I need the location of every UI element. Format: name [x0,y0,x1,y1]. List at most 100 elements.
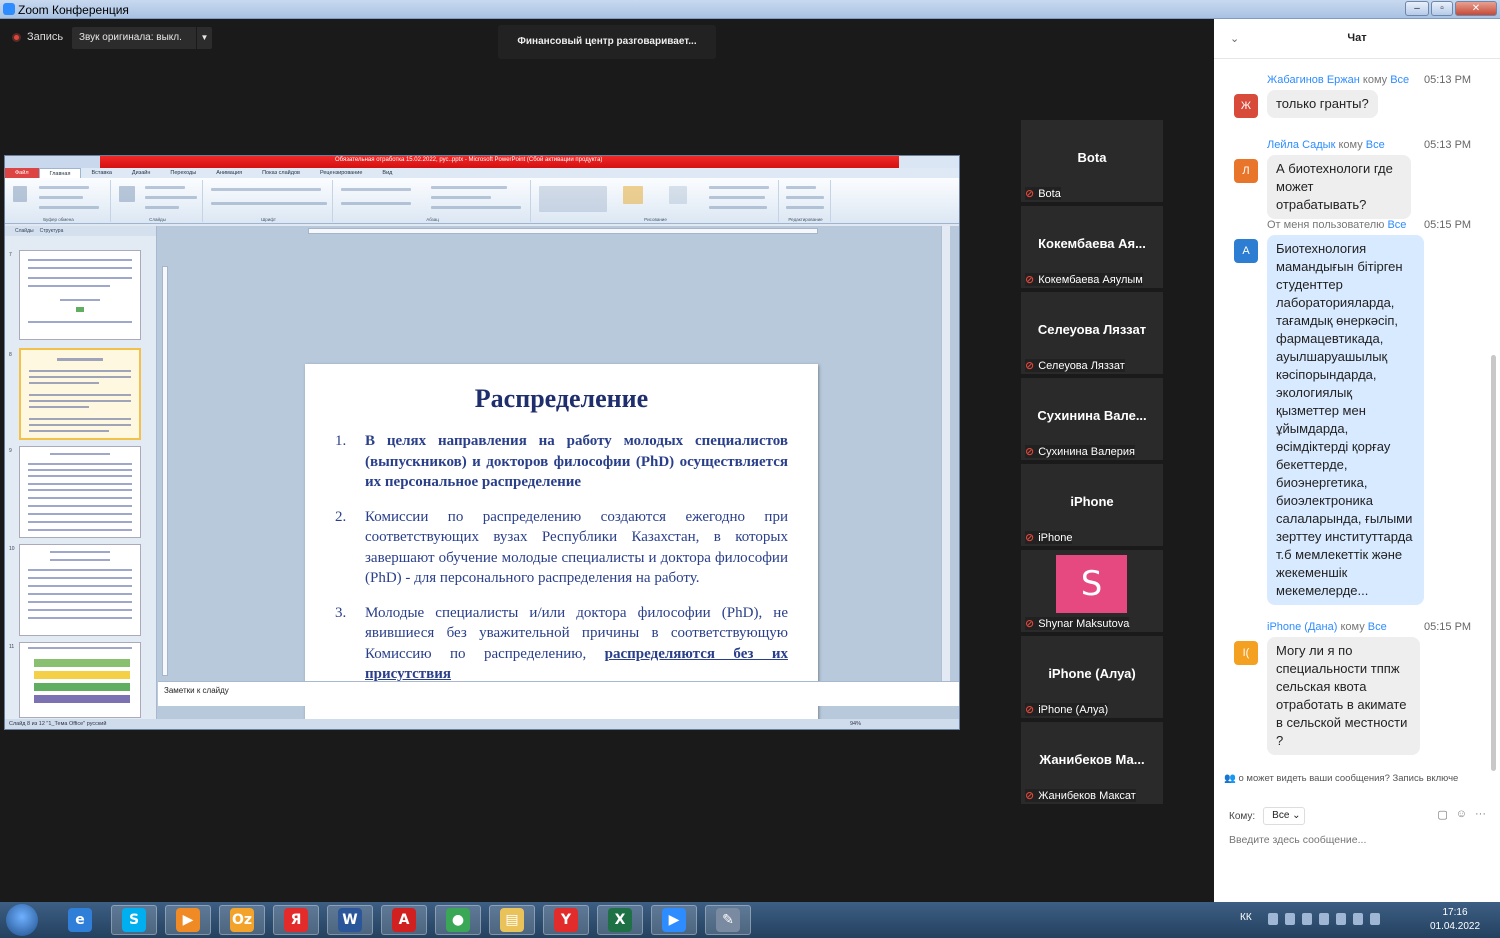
tab-slides[interactable]: Слайды [15,228,34,234]
item-text-wrap: Молодые специалисты и/или доктора филосо… [365,603,788,685]
mic-muted-icon: ⊘ [1025,360,1035,372]
taskbar-app-word[interactable]: W [327,905,373,935]
participant-tile[interactable]: S ⊘ Shynar Maksutova [1021,550,1163,632]
current-slide[interactable]: Распределение 1. В целях направления на … [305,364,818,729]
slide-thumbnail[interactable] [19,250,141,340]
ribbon-group-drawing[interactable]: Рисование [533,180,779,222]
emoji-icon[interactable]: ☺ [1456,808,1467,821]
tab-animation[interactable]: Анимация [206,168,252,178]
ppt-vertical-scrollbar[interactable] [941,226,950,681]
taskbar-app-outlook[interactable]: Oz [219,905,265,935]
chevron-down-icon[interactable]: ▼ [196,27,212,49]
taskbar-app-zoom[interactable]: ▶ [651,905,697,935]
tray-icon[interactable] [1353,913,1363,925]
message-meta[interactable]: iPhone (Дана) кому Все [1267,621,1387,633]
taskbar-app-pdf[interactable]: A [381,905,427,935]
ribbon-group-editing[interactable]: Редактирование [781,180,831,222]
recipient-select[interactable]: Все ⌄ [1263,807,1306,825]
taskbar-app-yandex[interactable]: Я [273,905,319,935]
tray-icon[interactable] [1319,913,1329,925]
recording-indicator[interactable]: Запись [12,31,63,43]
zoom-logo-icon [3,3,15,15]
slide-thumbnail[interactable] [19,642,141,718]
tab-review[interactable]: Рецензирование [310,168,372,178]
participant-tile[interactable]: Селеуова Ляззат ⊘ Селеуова Ляззат [1021,292,1163,374]
start-button[interactable] [6,904,38,936]
tray-icon[interactable] [1285,913,1295,925]
slide-item: 2. Комиссии по распределению создаются е… [335,507,788,589]
tray-icon[interactable] [1268,913,1278,925]
tab-insert[interactable]: Вставка [81,168,121,178]
ribbon-label: Рисование [644,217,667,222]
taskbar-app-explorer[interactable]: ▤ [489,905,535,935]
participant-display-name: Сухинина Вале... [1037,408,1147,423]
taskbar-app-media-player[interactable]: ▶ [165,905,211,935]
participant-tile[interactable]: iPhone ⊘ iPhone [1021,464,1163,546]
taskbar-app-ie[interactable]: e [57,905,103,935]
taskbar-app-chrome[interactable]: ● [435,905,481,935]
tab-design[interactable]: Дизайн [122,168,161,178]
close-button[interactable]: ✕ [1455,1,1497,16]
outlook-icon: Oz [230,908,254,932]
taskbar-app-tools[interactable]: ✎ [705,905,751,935]
taskbar-app-excel[interactable]: X [597,905,643,935]
window-titlebar: Zoom Конференция – ▫ ✕ [0,0,1500,19]
more-icon[interactable]: ··· [1475,808,1486,821]
tray-icon[interactable] [1302,913,1312,925]
taskbar-app-yandex-browser[interactable]: Y [543,905,589,935]
participant-tile[interactable]: Кокембаева Ая... ⊘ Кокембаева Аяулым [1021,206,1163,288]
horizontal-ruler [308,228,818,234]
message-time: 05:13 PM [1424,74,1472,86]
tab-home[interactable]: Главная [38,168,82,178]
message-time: 05:15 PM [1424,621,1472,633]
message-meta[interactable]: Жабагинов Ержан кому Все [1267,74,1409,86]
ppt-window-controls[interactable] [899,156,959,168]
chat-scrollbar[interactable] [1491,355,1496,771]
tab-view[interactable]: Вид [372,168,402,178]
original-audio-button[interactable]: Звук оригинала: выкл. ▼ [72,27,212,49]
ribbon-group-clipboard[interactable]: Буфер обмена [7,180,111,222]
message-sender: От меня пользователю [1267,219,1385,231]
tab-outline[interactable]: Структура [40,228,64,234]
slide-notes-field[interactable]: Заметки к слайду [158,681,959,706]
taskbar-app-skype[interactable]: S [111,905,157,935]
file-icon[interactable]: ▢ [1437,808,1447,821]
avatar: S [1056,555,1127,613]
participant-tile[interactable]: Bota ⊘ Bota [1021,120,1163,202]
participant-tile[interactable]: Сухинина Вале... ⊘ Сухинина Валерия [1021,378,1163,460]
clock[interactable]: 17:16 01.04.2022 [1425,906,1485,934]
message-meta[interactable]: Лейла Садык кому Все [1267,139,1385,151]
message-recipient: Все [1387,219,1407,231]
ppt-status-text: Слайд 8 из 12 "1_Тема Office" русский [9,721,107,727]
maximize-button[interactable]: ▫ [1431,1,1453,16]
tab-transitions[interactable]: Переходы [160,168,206,178]
ppt-zoom-level[interactable]: 94% [850,721,861,727]
ribbon-label: Буфер обмена [43,217,74,222]
participant-tile[interactable]: iPhone (Алуа) ⊘ iPhone (Алуа) [1021,636,1163,718]
ribbon-label: Абзац [426,217,439,222]
ribbon-label: Редактирование [788,217,823,222]
chrome-icon: ● [446,908,470,932]
slide-thumbnail[interactable] [19,446,141,538]
mic-muted-icon: ⊘ [1025,704,1035,716]
ribbon-group-paragraph[interactable]: Абзац [335,180,531,222]
slide-thumbnail-selected[interactable] [19,348,141,440]
language-indicator[interactable]: КК [1240,912,1252,923]
volume-icon[interactable] [1370,913,1380,925]
participant-name: Bota [1038,187,1061,200]
clock-date: 01.04.2022 [1429,921,1481,932]
tray-icon[interactable] [1336,913,1346,925]
chat-message-input[interactable] [1229,831,1479,849]
tab-file[interactable]: Файл [5,168,39,178]
windows-taskbar: e S ▶ Oz Я W A ● ▤ Y X ▶ ✎ КК 17:16 01.04.2022 [0,902,1500,938]
ribbon-group-slides[interactable]: Слайды [113,180,203,222]
participant-tile[interactable]: Жанибеков Ма... ⊘ Жанибеков Максат [1021,722,1163,804]
slide-thumbnail[interactable] [19,544,141,636]
chat-privacy-notice[interactable]: 👥 о может видеть ваши сообщения? Запись … [1224,773,1500,784]
ribbon-group-font[interactable]: Шрифт [205,180,333,222]
quick-access-toolbar[interactable] [5,156,100,168]
mic-muted-icon: ⊘ [1025,618,1035,630]
message-meta[interactable]: От меня пользователю Все [1267,219,1406,231]
minimize-button[interactable]: – [1405,1,1429,16]
tab-slideshow[interactable]: Показ слайдов [252,168,310,178]
